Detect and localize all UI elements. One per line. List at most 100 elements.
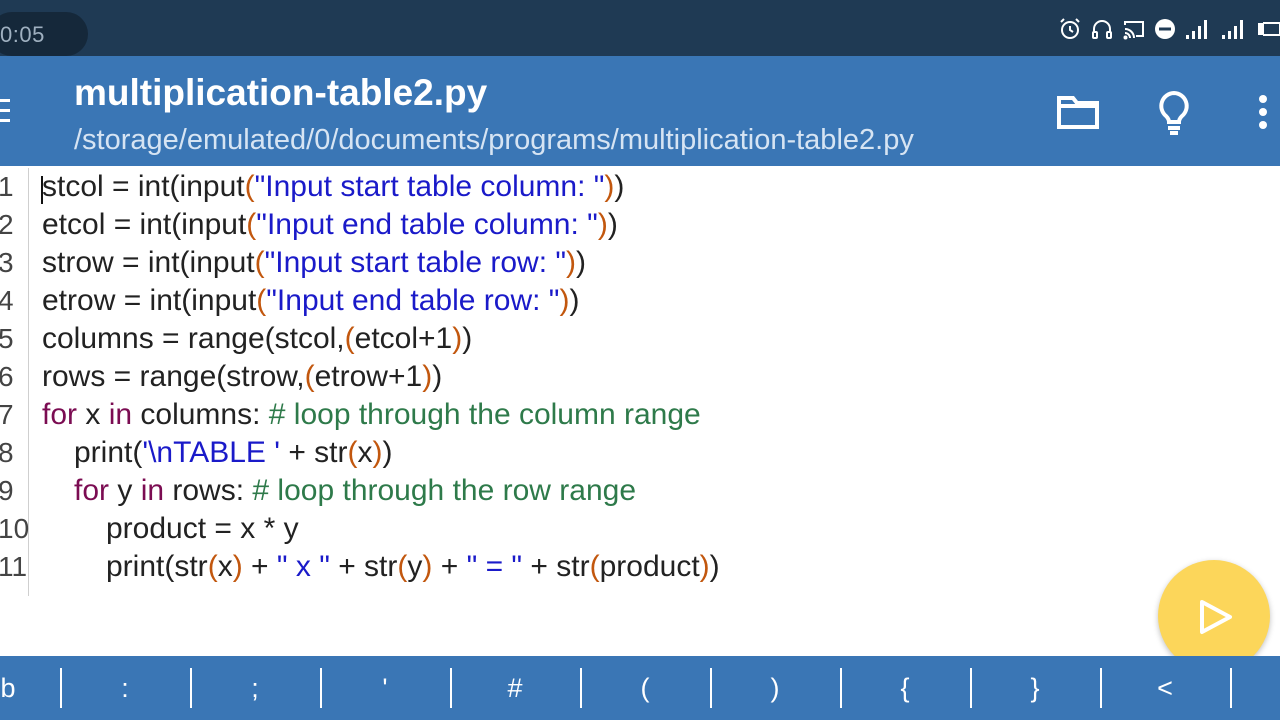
line-number: 10 <box>0 513 30 544</box>
code-token: strow = int(input <box>42 246 255 279</box>
menu-icon[interactable] <box>0 96 10 131</box>
code-token: stcol = int(input <box>42 170 245 203</box>
code-token: print( <box>74 436 143 469</box>
keyword-token: for <box>42 398 78 431</box>
lightbulb-icon[interactable] <box>1156 90 1192 141</box>
line-number: 4 <box>0 285 14 316</box>
code-line[interactable]: 5 columns = range(stcol,(etcol+1)) <box>0 320 1100 358</box>
code-line[interactable]: 10 product = x * y <box>0 510 1100 548</box>
paren-token: ( <box>246 208 257 241</box>
code-token: columns = range(stcol, <box>42 322 345 355</box>
symbol-divider <box>320 668 322 708</box>
code-text: etrow = int(input("Input end table row: … <box>42 282 579 320</box>
code-token: columns: <box>132 398 269 431</box>
code-token: y <box>407 550 423 583</box>
status-icons <box>1058 14 1280 44</box>
code-line[interactable]: 2 etcol = int(input("Input end table colu… <box>0 206 1100 244</box>
symbol-key-4[interactable]: # <box>450 656 580 720</box>
more-vert-icon[interactable] <box>1258 94 1268 135</box>
symbol-divider <box>1230 668 1232 708</box>
line-number: 1 <box>0 171 14 202</box>
symbol-divider <box>1100 668 1102 708</box>
paren-token: ( <box>244 170 255 203</box>
folder-icon[interactable] <box>1056 92 1100 135</box>
string-token: " x " <box>276 550 330 583</box>
code-token: rows = range(strow, <box>42 360 305 393</box>
paren-token: ) <box>422 360 433 393</box>
code-token: ) <box>462 322 473 355</box>
symbol-divider <box>840 668 842 708</box>
alarm-icon <box>1060 18 1080 39</box>
paren-token: ( <box>207 550 218 583</box>
paren-token: ( <box>397 550 408 583</box>
string-token: "Input start table column: " <box>254 170 605 203</box>
symbol-key-6[interactable]: ) <box>710 656 840 720</box>
code-token: + str <box>329 550 398 583</box>
code-token: ) <box>576 246 587 279</box>
keyword-token: for <box>74 474 110 507</box>
symbol-divider <box>60 668 62 708</box>
symbol-divider <box>450 668 452 708</box>
line-number: 6 <box>0 361 14 392</box>
line-number: 5 <box>0 323 14 354</box>
string-token: "Input end table column: " <box>256 208 598 241</box>
signal-icon <box>1186 20 1207 39</box>
paren-token: ) <box>699 550 710 583</box>
dnd-icon <box>1155 19 1175 39</box>
code-line[interactable]: 1 stcol = int(input("Input start table co… <box>0 168 1100 206</box>
code-line[interactable]: 11 print(str(x) + " x " + str(y) + " = " … <box>0 548 1100 586</box>
code-line[interactable]: 9 for y in rows: # loop through the row r… <box>0 472 1100 510</box>
code-editor[interactable]: 1 stcol = int(input("Input start table co… <box>0 168 1280 654</box>
code-token: product <box>599 550 700 583</box>
symbol-key-2[interactable]: ; <box>190 656 320 720</box>
code-token: + <box>432 550 467 583</box>
line-number: 11 <box>0 551 28 582</box>
code-token: + <box>242 550 277 583</box>
code-line[interactable]: 7 for x in columns: # loop through the co… <box>0 396 1100 434</box>
code-token: + str <box>522 550 590 583</box>
symbol-divider <box>970 668 972 708</box>
symbol-key-1[interactable]: : <box>60 656 190 720</box>
string-token: "Input end table row: " <box>266 284 560 317</box>
code-token: + str <box>279 436 348 469</box>
code-text: print('\nTABLE ' + str(x)) <box>74 434 393 472</box>
code-token: etcol+1 <box>354 322 453 355</box>
symbol-key-7[interactable]: { <box>840 656 970 720</box>
code-line[interactable]: 3 strow = int(input("Input start table ro… <box>0 244 1100 282</box>
code-token: rows: <box>164 474 253 507</box>
line-number: 8 <box>0 437 14 468</box>
code-line[interactable]: 4 etrow = int(input("Input end table row:… <box>0 282 1100 320</box>
play-icon <box>1200 600 1232 634</box>
battery-icon <box>1258 22 1280 36</box>
code-text: etcol = int(input("Input end table colum… <box>42 206 618 244</box>
code-line[interactable]: 6 rows = range(strow,(etrow+1)) <box>0 358 1100 396</box>
cast-icon <box>1123 21 1144 40</box>
code-token: ) <box>432 360 443 393</box>
code-token: ) <box>569 284 580 317</box>
symbol-key-8[interactable]: } <box>970 656 1100 720</box>
line-number: 2 <box>0 209 14 240</box>
code-text: for y in rows: # loop through the row ra… <box>74 472 636 510</box>
paren-token: ( <box>344 322 355 355</box>
code-line[interactable]: 8 print('\nTABLE ' + str(x)) <box>0 434 1100 472</box>
symbol-bar: b:; ' #(){} < <box>0 656 1280 720</box>
code-text: strow = int(input("Input start table row… <box>42 244 586 282</box>
code-token: etrow = int(input <box>42 284 257 317</box>
symbol-divider <box>710 668 712 708</box>
comment-token: # loop through the row range <box>252 474 637 507</box>
string-token: '\nTABLE ' <box>142 436 280 469</box>
symbol-key-3[interactable]: ' <box>320 656 450 720</box>
file-path: /storage/emulated/0/documents/programs/m… <box>74 124 914 156</box>
string-token: " = " <box>466 550 523 583</box>
symbol-key-9[interactable]: < <box>1100 656 1230 720</box>
code-token: print(str <box>106 550 208 583</box>
code-token: x <box>357 436 373 469</box>
paren-token: ( <box>347 436 358 469</box>
code-text: for x in columns: # loop through the col… <box>42 396 701 434</box>
code-token: etrow+1 <box>314 360 423 393</box>
headphones-icon <box>1092 20 1112 39</box>
code-token: ) <box>382 436 393 469</box>
symbol-key-5[interactable]: ( <box>580 656 710 720</box>
keyword-token: in <box>140 474 165 507</box>
code-token: ) <box>614 170 625 203</box>
